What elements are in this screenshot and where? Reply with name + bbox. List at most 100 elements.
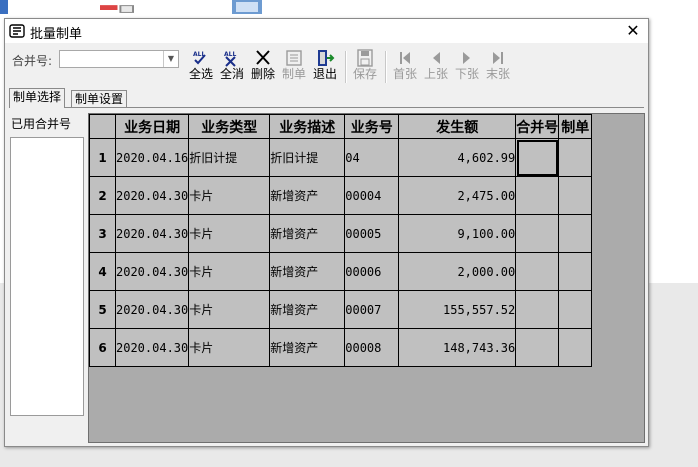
merge-number-cell[interactable] (515, 252, 560, 291)
make-voucher-cell[interactable] (558, 252, 593, 291)
merge-number-cell[interactable] (515, 290, 560, 329)
tab-strip: 制单选择 制单设置 (9, 88, 644, 108)
business-type-cell: 卡片 (188, 328, 271, 367)
merge-number-select[interactable]: ▼ (59, 50, 179, 68)
first-record-button[interactable]: 首张 (391, 49, 419, 85)
business-date-cell: 2020.04.30 (114, 328, 190, 367)
last-record-button[interactable]: 末张 (484, 49, 512, 85)
table-row[interactable]: 1 2020.04.16 折旧计提 折旧计提 04 4,602.99 (89, 138, 593, 177)
table-row[interactable]: 4 2020.04.30 卡片 新增资产 00006 2,000.00 (89, 252, 593, 291)
desktop-shortcut-icon[interactable] (0, 0, 34, 20)
amount-cell: 155,557.52 (398, 290, 517, 329)
last-icon (493, 52, 503, 64)
business-no-cell: 00005 (344, 214, 400, 253)
business-no-cell: 04 (344, 138, 400, 177)
voucher-grid: 业务日期 业务类型 业务描述 业务号 发生额 合并号 制单 1 2020.04.… (88, 113, 645, 443)
select-all-button[interactable]: ALL 全选 (187, 49, 215, 85)
delete-icon (256, 50, 270, 65)
make-voucher-cell[interactable] (558, 290, 593, 329)
exit-button[interactable]: 退出 (311, 49, 339, 85)
business-desc-cell: 新增资产 (269, 214, 346, 253)
save-button[interactable]: 保存 (351, 49, 379, 85)
desktop-shortcut-icon[interactable] (230, 0, 264, 20)
business-type-cell: 卡片 (188, 290, 271, 329)
dropdown-arrow-icon[interactable]: ▼ (163, 51, 178, 67)
save-icon (357, 49, 373, 67)
business-desc-cell: 折旧计提 (269, 138, 346, 177)
amount-cell: 2,000.00 (398, 252, 517, 291)
used-merge-numbers-label: 已用合并号 (11, 117, 72, 131)
tab-voucher-settings[interactable]: 制单设置 (71, 90, 128, 107)
table-row[interactable]: 5 2020.04.30 卡片 新增资产 00007 155,557.52 (89, 290, 593, 329)
next-icon (463, 52, 470, 64)
business-type-cell: 折旧计提 (188, 138, 271, 177)
merge-number-cell[interactable] (515, 138, 560, 177)
merge-number-cell[interactable] (515, 214, 560, 253)
toolbar-separator (345, 51, 347, 83)
column-header[interactable]: 制单 (558, 114, 593, 139)
make-voucher-cell[interactable] (558, 138, 593, 177)
column-header[interactable]: 业务描述 (269, 114, 346, 139)
make-voucher-cell[interactable] (558, 328, 593, 367)
business-type-cell: 卡片 (188, 214, 271, 253)
column-header[interactable]: 发生额 (398, 114, 517, 139)
toolbar-separator (385, 51, 387, 83)
deselect-all-button[interactable]: ALL 全消 (218, 49, 246, 85)
column-header[interactable]: 业务类型 (188, 114, 271, 139)
merge-number-cell[interactable] (515, 328, 560, 367)
business-desc-cell: 新增资产 (269, 328, 346, 367)
close-icon: ✕ (626, 21, 640, 40)
row-number: 3 (89, 214, 116, 253)
window-title: 批量制单 (30, 27, 83, 42)
delete-button[interactable]: 删除 (249, 49, 277, 85)
table-row[interactable]: 3 2020.04.30 卡片 新增资产 00005 9,100.00 (89, 214, 593, 253)
row-number: 1 (89, 138, 116, 177)
table-header-row: 业务日期 业务类型 业务描述 业务号 发生额 合并号 制单 (89, 114, 593, 139)
prev-record-button[interactable]: 上张 (422, 49, 450, 85)
business-desc-cell: 新增资产 (269, 252, 346, 291)
table-row[interactable]: 2 2020.04.30 卡片 新增资产 00004 2,475.00 (89, 176, 593, 215)
desktop-shortcut-icon[interactable] (100, 0, 134, 20)
select-all-icon: ALL (193, 51, 206, 65)
row-number: 2 (89, 176, 116, 215)
column-header[interactable]: 业务号 (344, 114, 400, 139)
close-button[interactable]: ✕ (618, 19, 648, 43)
business-no-cell: 00006 (344, 252, 400, 291)
used-merge-numbers-list[interactable] (10, 137, 84, 416)
prev-icon (433, 52, 440, 64)
first-icon (400, 52, 410, 64)
tab-voucher-select[interactable]: 制单选择 (9, 88, 66, 108)
row-number-header (89, 114, 116, 139)
business-type-cell: 卡片 (188, 252, 271, 291)
business-date-cell: 2020.04.30 (114, 214, 190, 253)
merge-number-cell[interactable] (515, 176, 560, 215)
business-desc-cell: 新增资产 (269, 176, 346, 215)
voucher-table: 业务日期 业务类型 业务描述 业务号 发生额 合并号 制单 1 2020.04.… (89, 114, 593, 367)
make-voucher-button[interactable]: 制单 (280, 49, 308, 85)
next-record-button[interactable]: 下张 (453, 49, 481, 85)
business-date-cell: 2020.04.16 (114, 138, 190, 177)
column-header[interactable]: 合并号 (515, 114, 560, 139)
business-date-cell: 2020.04.30 (114, 176, 190, 215)
column-header[interactable]: 业务日期 (114, 114, 190, 139)
amount-cell: 9,100.00 (398, 214, 517, 253)
app-icon (9, 24, 25, 38)
table-row[interactable]: 6 2020.04.30 卡片 新增资产 00008 148,743.36 (89, 328, 593, 367)
title-bar: 批量制单 ✕ (5, 19, 648, 43)
merge-number-label: 合并号: (12, 54, 53, 68)
row-number: 6 (89, 328, 116, 367)
business-date-cell: 2020.04.30 (114, 290, 190, 329)
make-voucher-cell[interactable] (558, 176, 593, 215)
amount-cell: 4,602.99 (398, 138, 517, 177)
amount-cell: 148,743.36 (398, 328, 517, 367)
batch-voucher-window: 批量制单 ✕ 合并号: ▼ ALL 全选 ALL 全消 删除 制单 退出 保存 … (4, 18, 649, 447)
toolbar: 合并号: ▼ ALL 全选 ALL 全消 删除 制单 退出 保存 首张 上张 下… (5, 47, 648, 87)
business-date-cell: 2020.04.30 (114, 252, 190, 291)
make-voucher-icon (286, 50, 302, 66)
deselect-all-icon: ALL (224, 51, 236, 67)
row-number: 5 (89, 290, 116, 329)
exit-icon (318, 50, 335, 66)
business-desc-cell: 新增资产 (269, 290, 346, 329)
business-no-cell: 00004 (344, 176, 400, 215)
make-voucher-cell[interactable] (558, 214, 593, 253)
